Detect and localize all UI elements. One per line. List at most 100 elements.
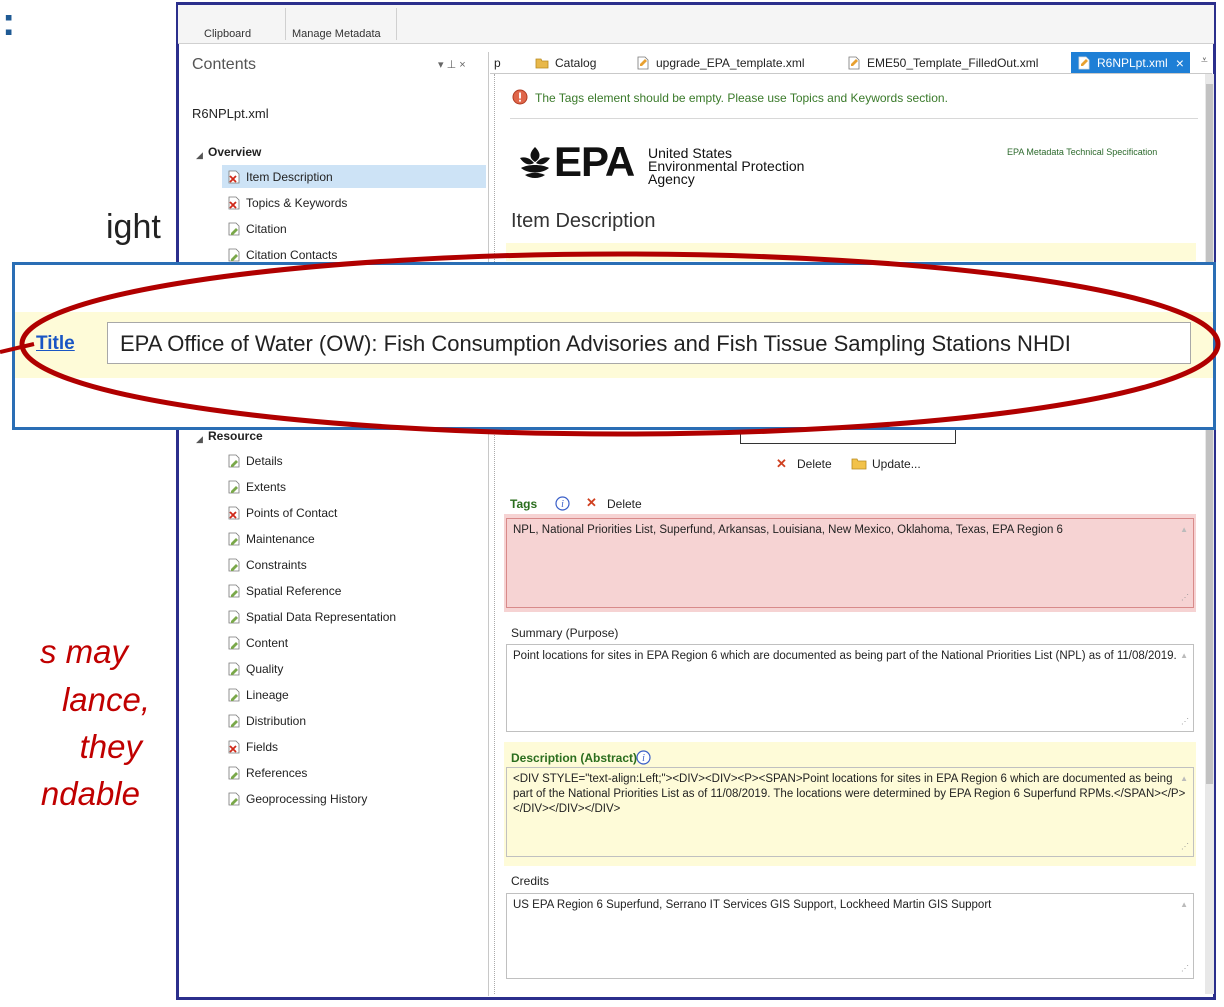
thumbnail-delete-button[interactable]: Delete <box>797 457 832 471</box>
info-icon[interactable]: i <box>636 750 651 765</box>
document-edit-icon <box>228 532 240 545</box>
credits-field[interactable]: US EPA Region 6 Superfund, Serrano IT Se… <box>506 893 1194 979</box>
document-edit-icon <box>228 714 240 727</box>
tab-label: Catalog <box>555 55 597 70</box>
document-error-icon <box>228 506 240 519</box>
tree-item-label: Topics & Keywords <box>246 195 348 210</box>
tree-item-label: Citation <box>246 221 287 236</box>
document-edit-icon <box>228 792 240 805</box>
close-tab-icon[interactable]: × <box>1176 55 1184 71</box>
ribbon-separator <box>285 8 286 40</box>
metadata-file-name: R6NPLpt.xml <box>192 106 269 121</box>
scroll-up-icon: ▲ <box>1180 525 1188 534</box>
tags-label: Tags <box>510 497 538 511</box>
document-error-icon <box>228 196 240 209</box>
tree-item-label: Points of Contact <box>246 505 338 520</box>
info-icon[interactable]: i <box>555 496 570 511</box>
tags-delete-button[interactable]: Delete <box>607 497 642 511</box>
tab-eme50-template[interactable]: EME50_Template_FilledOut.xml <box>847 52 1038 73</box>
tree-item-label: Spatial Data Representation <box>246 609 397 624</box>
ribbon-group-manage-metadata[interactable]: Manage Metadata <box>292 28 381 42</box>
tab-label: upgrade_EPA_template.xml <box>656 55 805 70</box>
resize-grip-icon[interactable]: ⋰ <box>1181 714 1189 729</box>
tree-item[interactable]: Item Description <box>222 165 486 188</box>
abstract-label: Description (Abstract) <box>511 751 638 765</box>
tab-catalog[interactable]: Catalog <box>535 52 596 73</box>
contents-title: Contents <box>192 56 257 73</box>
tab-partial[interactable]: p <box>494 52 501 73</box>
tab-label: R6NPLpt.xml <box>1097 55 1168 70</box>
pane-controls[interactable]: ▾ ⊥ × <box>438 58 466 71</box>
epa-flower-logo-icon <box>520 147 550 178</box>
tree-item-label: Spatial Reference <box>246 583 342 598</box>
slide-italic-line-1: s may <box>39 633 128 670</box>
tags-value: NPL, National Priorities List, Superfund… <box>513 524 1063 536</box>
tab-overflow-icon[interactable]: ⩡ <box>1201 53 1208 68</box>
resize-grip-icon[interactable]: ⋰ <box>1181 590 1189 605</box>
summary-value: Point locations for sites in EPA Region … <box>513 650 1177 662</box>
validation-warning: The Tags element should be empty. Please… <box>535 91 948 105</box>
tree-item[interactable]: Lineage <box>222 683 486 706</box>
xml-file-icon <box>1078 56 1090 69</box>
delete-icon[interactable]: ✕ <box>776 456 787 472</box>
slide-italic-line-4: ndable <box>40 775 140 812</box>
scroll-up-icon: ▲ <box>1180 900 1188 909</box>
document-edit-icon <box>228 454 240 467</box>
highlight-ellipse <box>0 251 1221 437</box>
spec-link[interactable]: EPA Metadata Technical Specification <box>1007 147 1157 157</box>
tree-item-label: Details <box>246 453 283 468</box>
thumbnail-update-button[interactable]: Update... <box>872 457 921 471</box>
abstract-value: <DIV STYLE="text-align:Left;"><DIV><DIV>… <box>513 773 1186 815</box>
svg-text:i: i <box>642 753 645 764</box>
epa-wordmark: EPA <box>554 138 635 185</box>
resize-grip-icon[interactable]: ⋰ <box>1181 961 1189 976</box>
xml-file-icon <box>637 56 649 69</box>
tree-item-label: Distribution <box>246 713 307 728</box>
folder-icon <box>535 58 549 68</box>
tree-item[interactable]: Constraints <box>222 553 486 576</box>
tree-item[interactable]: Maintenance <box>222 527 486 550</box>
tree-item[interactable]: Citation <box>222 217 486 240</box>
tree-item[interactable]: Spatial Reference <box>222 579 486 602</box>
document-edit-icon <box>228 584 240 597</box>
tree-item[interactable]: Quality <box>222 657 486 680</box>
tab-upgrade-epa-template[interactable]: upgrade_EPA_template.xml <box>636 52 805 73</box>
ribbon-group-clipboard[interactable]: Clipboard <box>204 28 251 42</box>
slide-italic-line-3: they <box>79 728 142 765</box>
tree-item[interactable]: Distribution <box>222 709 486 732</box>
tree-item[interactable]: Geoprocessing History <box>222 787 486 810</box>
document-edit-icon <box>228 222 240 235</box>
slide-italic-line-2: lance, <box>61 681 150 718</box>
tree-item[interactable]: Spatial Data Representation <box>222 605 486 628</box>
tree-item[interactable]: References <box>222 761 486 784</box>
scroll-up-icon: ▲ <box>1180 774 1188 783</box>
section-title: Item Description <box>511 210 656 232</box>
tree-item[interactable]: Fields <box>222 735 486 758</box>
document-edit-icon <box>228 662 240 675</box>
svg-text:i: i <box>561 499 564 510</box>
summary-field[interactable]: Point locations for sites in EPA Region … <box>506 644 1194 732</box>
tab-r6nplpt-active[interactable]: R6NPLpt.xml × <box>1071 52 1190 73</box>
abstract-field[interactable]: <DIV STYLE="text-align:Left;"><DIV><DIV>… <box>506 767 1194 857</box>
tree-item-label: Constraints <box>246 557 307 572</box>
tree-item[interactable]: Extents <box>222 475 486 498</box>
tree-item[interactable]: Content <box>222 631 486 654</box>
tree-group-overview[interactable]: Overview <box>208 145 261 159</box>
credits-label: Credits <box>511 874 550 888</box>
tree-item-label: Maintenance <box>246 531 315 546</box>
folder-icon <box>851 458 867 470</box>
tree-item[interactable]: Details <box>222 449 486 472</box>
document-error-icon <box>228 740 240 753</box>
resize-grip-icon[interactable]: ⋰ <box>1181 839 1189 854</box>
xml-file-icon <box>848 56 860 69</box>
tree-item[interactable]: Topics & Keywords <box>222 191 486 214</box>
delete-icon[interactable]: ✕ <box>586 495 597 511</box>
document-edit-icon <box>228 480 240 493</box>
summary-label: Summary (Purpose) <box>511 626 619 640</box>
tree-item-label: References <box>246 765 308 780</box>
tree-item-label: Extents <box>246 479 287 494</box>
expand-triangle-icon[interactable]: ◢ <box>196 150 203 161</box>
tree-item[interactable]: Points of Contact <box>222 501 486 524</box>
credits-value: US EPA Region 6 Superfund, Serrano IT Se… <box>513 899 992 911</box>
tags-field[interactable]: NPL, National Priorities List, Superfund… <box>506 518 1194 608</box>
